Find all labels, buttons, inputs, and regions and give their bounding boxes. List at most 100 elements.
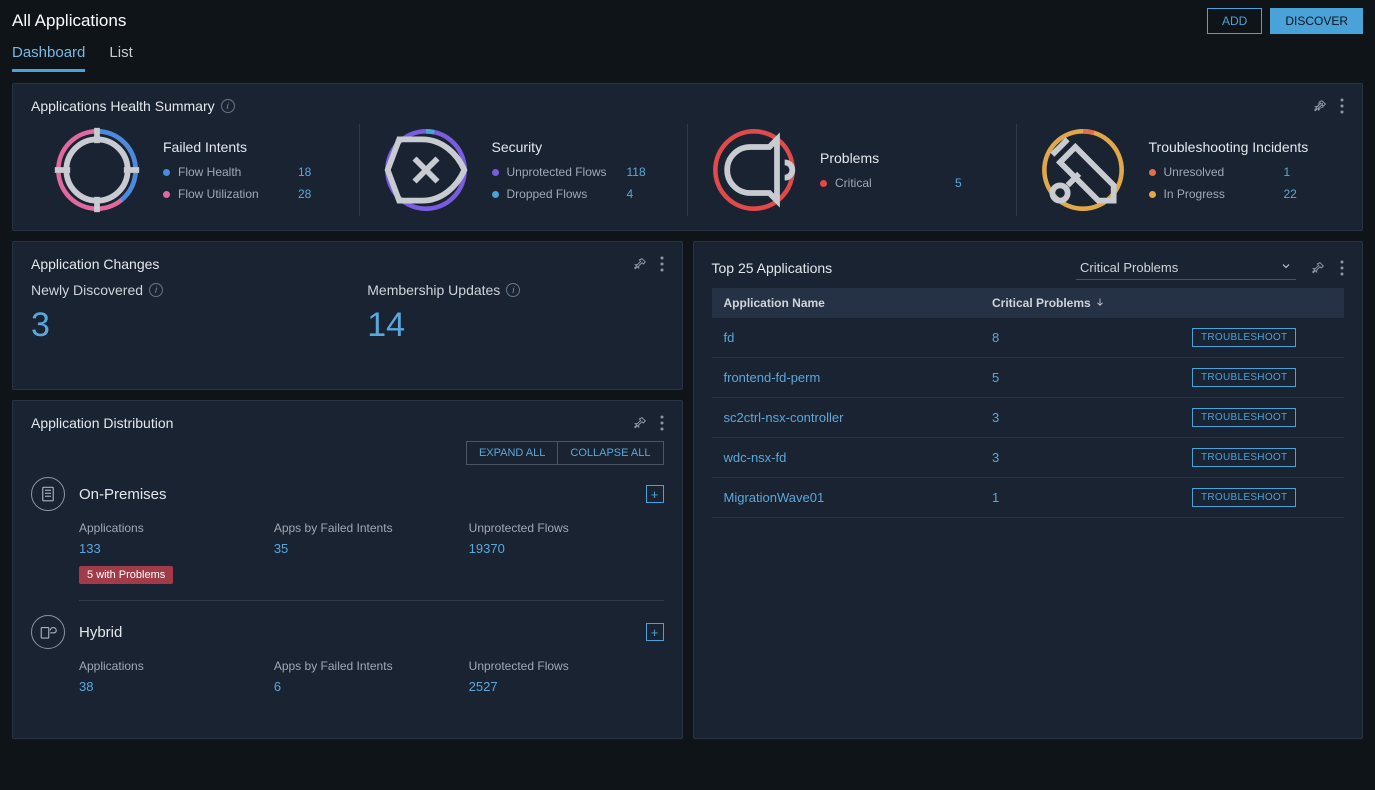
col-application-name[interactable]: Application Name [724, 296, 993, 310]
chevron-down-icon [1280, 260, 1292, 275]
table-row: sc2ctrl-nsx-controller 3 TROUBLESHOOT [712, 398, 1345, 438]
expand-button[interactable]: + [646, 623, 664, 641]
top-apps-title: Top 25 Applications [712, 260, 833, 276]
summary-value[interactable]: 4 [627, 187, 634, 201]
membership-updates-label: Membership Updates [367, 282, 500, 298]
summary-value[interactable]: 118 [627, 165, 646, 179]
collapse-all-button[interactable]: COLLAPSE ALL [557, 441, 663, 465]
newly-discovered-value[interactable]: 3 [31, 306, 327, 345]
more-icon[interactable] [660, 256, 664, 272]
changes-title: Application Changes [31, 256, 159, 272]
stat-label: Apps by Failed Intents [274, 521, 469, 535]
troubleshoot-button[interactable]: TROUBLESHOOT [1192, 368, 1296, 387]
stat-label: Apps by Failed Intents [274, 659, 469, 673]
discover-button[interactable]: DISCOVER [1270, 8, 1363, 34]
app-name-link[interactable]: MigrationWave01 [724, 490, 993, 505]
problems-count[interactable]: 8 [992, 330, 1192, 345]
stat-value[interactable]: 38 [79, 679, 274, 694]
troubleshoot-button[interactable]: TROUBLESHOOT [1192, 488, 1296, 507]
summary-value[interactable]: 1 [1284, 165, 1291, 179]
tab-list[interactable]: List [109, 44, 132, 72]
add-button[interactable]: ADD [1207, 8, 1262, 34]
info-icon[interactable]: i [506, 283, 520, 297]
dot-icon [1149, 169, 1156, 176]
on-premises-icon [31, 477, 65, 511]
dot-icon [820, 180, 827, 187]
pin-icon[interactable] [632, 256, 648, 272]
problems-count[interactable]: 3 [992, 410, 1192, 425]
summary-label: Critical [835, 176, 947, 190]
summary-value[interactable]: 22 [1284, 187, 1297, 201]
info-icon[interactable]: i [149, 283, 163, 297]
panel-top-applications: Top 25 Applications Critical Problems [693, 241, 1364, 739]
pin-icon[interactable] [1310, 260, 1326, 276]
page-title: All Applications [12, 11, 126, 31]
summary-label: Flow Health [178, 165, 290, 179]
stat-value[interactable]: 6 [274, 679, 469, 694]
pin-icon[interactable] [1312, 98, 1328, 114]
panel-health-summary: Applications Health Summary i [12, 83, 1363, 231]
dot-icon [492, 191, 499, 198]
filter-selected-value: Critical Problems [1080, 260, 1178, 275]
target-icon [51, 124, 143, 216]
dot-icon [163, 191, 170, 198]
table-row: fd 8 TROUBLESHOOT [712, 318, 1345, 358]
expand-button[interactable]: + [646, 485, 664, 503]
stat-label: Applications [79, 659, 274, 673]
membership-updates-value[interactable]: 14 [367, 306, 663, 345]
more-icon[interactable] [660, 415, 664, 431]
info-icon[interactable]: i [221, 99, 235, 113]
problems-ring [708, 124, 800, 216]
app-name-link[interactable]: fd [724, 330, 993, 345]
stat-value[interactable]: 2527 [469, 679, 664, 694]
summary-value[interactable]: 18 [298, 165, 311, 179]
hybrid-icon [31, 615, 65, 649]
troubleshoot-button[interactable]: TROUBLESHOOT [1192, 448, 1296, 467]
summary-label: Unresolved [1164, 165, 1276, 179]
more-icon[interactable] [1340, 98, 1344, 114]
summary-title-troubleshooting: Troubleshooting Incidents [1149, 139, 1309, 155]
stat-value[interactable]: 133 [79, 541, 274, 556]
summary-value[interactable]: 28 [298, 187, 311, 201]
app-name-link[interactable]: sc2ctrl-nsx-controller [724, 410, 993, 425]
summary-value[interactable]: 5 [955, 176, 962, 190]
dist-group-name: Hybrid [79, 624, 632, 641]
health-summary-title: Applications Health Summary [31, 98, 215, 114]
troubleshoot-button[interactable]: TROUBLESHOOT [1192, 328, 1296, 347]
stat-value[interactable]: 19370 [469, 541, 664, 556]
more-icon[interactable] [1340, 260, 1344, 276]
panel-application-changes: Application Changes Newly Discovered [12, 241, 683, 390]
newly-discovered-label: Newly Discovered [31, 282, 143, 298]
failed-intents-ring [51, 124, 143, 216]
summary-label: Dropped Flows [507, 187, 619, 201]
col-critical-problems[interactable]: Critical Problems [992, 296, 1192, 310]
stat-value[interactable]: 35 [274, 541, 469, 556]
panel-application-distribution: Application Distribution EXPAND ALL COLL… [12, 400, 683, 739]
app-name-link[interactable]: wdc-nsx-fd [724, 450, 993, 465]
dist-group-name: On-Premises [79, 486, 632, 503]
shield-x-icon [380, 124, 472, 216]
tab-dashboard[interactable]: Dashboard [12, 44, 85, 72]
problems-count[interactable]: 3 [992, 450, 1192, 465]
summary-title-problems: Problems [820, 150, 962, 166]
filter-select[interactable]: Critical Problems [1076, 256, 1296, 280]
troubleshooting-ring [1037, 124, 1129, 216]
problem-badge[interactable]: 5 with Problems [79, 566, 173, 584]
table-row: frontend-fd-perm 5 TROUBLESHOOT [712, 358, 1345, 398]
security-ring [380, 124, 472, 216]
summary-label: Flow Utilization [178, 187, 290, 201]
sort-desc-icon [1095, 296, 1105, 310]
problems-count[interactable]: 5 [992, 370, 1192, 385]
expand-all-button[interactable]: EXPAND ALL [466, 441, 557, 465]
table-row: wdc-nsx-fd 3 TROUBLESHOOT [712, 438, 1345, 478]
summary-label: Unprotected Flows [507, 165, 619, 179]
stat-label: Unprotected Flows [469, 521, 664, 535]
tools-icon [1037, 124, 1129, 216]
problems-count[interactable]: 1 [992, 490, 1192, 505]
app-name-link[interactable]: frontend-fd-perm [724, 370, 993, 385]
summary-title-security: Security [492, 139, 646, 155]
stat-label: Unprotected Flows [469, 659, 664, 673]
pin-icon[interactable] [632, 415, 648, 431]
summary-title-failed-intents: Failed Intents [163, 139, 311, 155]
troubleshoot-button[interactable]: TROUBLESHOOT [1192, 408, 1296, 427]
